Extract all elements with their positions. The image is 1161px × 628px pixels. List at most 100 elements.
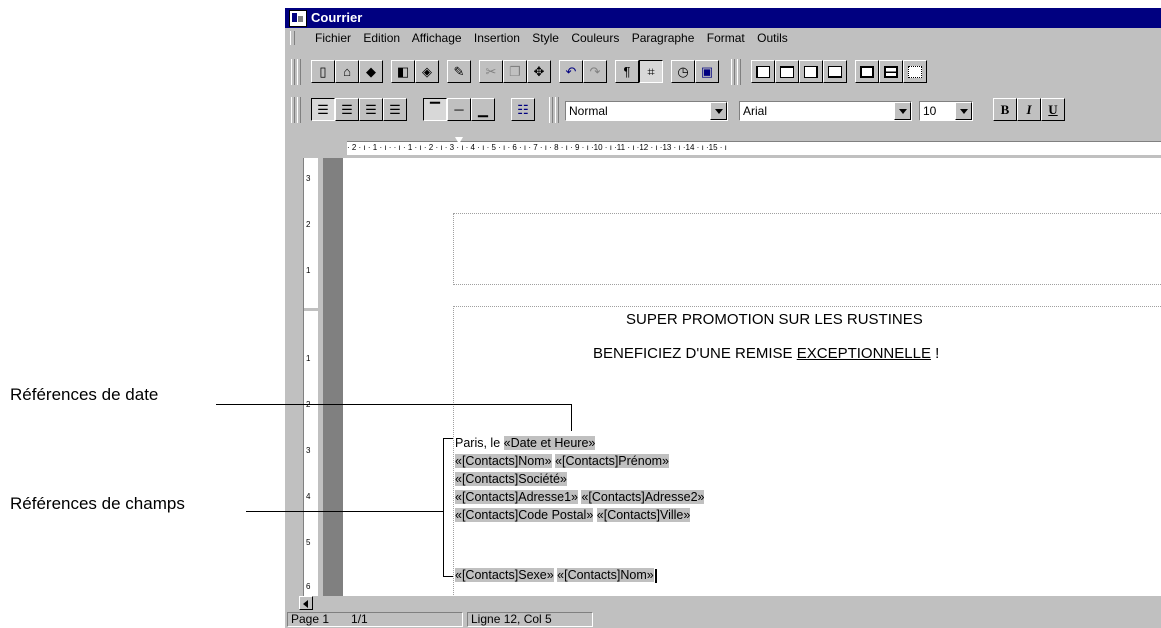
paragraph-marks-button[interactable]: ¶ [615,60,639,83]
chevron-down-icon[interactable] [955,102,972,120]
frame-top-button[interactable] [775,60,799,83]
print-preview-button[interactable]: ◧ [391,60,415,83]
toolbar-grip[interactable] [555,97,559,123]
format-toolbar: ☰ ☰ ☰ ☰ ▔ ─ ▁ ☷ Normal Arial 10 B I U [285,94,1161,126]
field-adresse2[interactable]: «[Contacts]Adresse2» [581,490,705,504]
heading2-underlined: EXCEPTIONNELLE [796,345,931,362]
menu-edition[interactable]: Edition [363,31,400,45]
open-button[interactable]: ⌂ [335,60,359,83]
valign-top-icon: ▔ [430,101,440,117]
menu-affichage[interactable]: Affichage [412,31,462,45]
align-center-icon: ☰ [341,101,353,117]
indent-marker-icon[interactable] [455,148,463,155]
field-societe[interactable]: «[Contacts]Société» [455,472,567,486]
frame-left-icon [756,65,770,78]
align-right-button[interactable]: ☰ [359,98,383,121]
heading-promotion: SUPER PROMOTION SUR LES RUSTINES [626,311,923,328]
frame-split-button[interactable] [879,60,903,83]
scroll-left-icon[interactable] [299,596,313,610]
cut-icon: ✂ [485,63,497,79]
toolbar-grip[interactable] [549,97,553,123]
field-codes-button[interactable]: ⌗ [639,60,663,83]
horizontal-ruler[interactable]: · 2 · ı · 1 · ı · · ı · 1 · ı · 2 · ı · … [297,137,1161,157]
frame-bottom-button[interactable] [823,60,847,83]
field-nom[interactable]: «[Contacts]Nom» [455,454,552,468]
field-code-postal[interactable]: «[Contacts]Code Postal» [455,508,594,522]
undo-button[interactable]: ↶ [559,60,583,83]
insert-date-button[interactable]: ◷ [671,60,695,83]
indent-marker-icon[interactable] [455,137,463,144]
toolbar-grip[interactable] [291,97,295,123]
address-line: «[Contacts]Adresse1» «[Contacts]Adresse2… [455,490,705,504]
paste-button[interactable]: ✥ [527,60,551,83]
toolbar-grip[interactable] [297,97,301,123]
menu-insertion[interactable]: Insertion [474,31,520,45]
frame-left-button[interactable] [751,60,775,83]
frame-box-button[interactable] [855,60,879,83]
status-page-label: Page 1 [291,612,330,626]
menu-fichier[interactable]: Fichier [315,31,351,45]
bullet-list-button[interactable]: ☷ [511,98,535,121]
size-select[interactable]: 10 [919,101,973,121]
insert-field-icon: ▣ [700,63,714,79]
valign-middle-button[interactable]: ─ [447,98,471,121]
find-button[interactable]: ✎ [447,60,471,83]
toolbar-grip[interactable] [291,59,295,85]
toolbar-grip[interactable] [737,59,741,85]
align-center-button[interactable]: ☰ [335,98,359,121]
save-button[interactable]: ◆ [359,60,383,83]
field-prenom[interactable]: «[Contacts]Prénom» [555,454,670,468]
print-icon: ◈ [422,63,432,79]
valign-bottom-button[interactable]: ▁ [471,98,495,121]
field-sexe[interactable]: «[Contacts]Sexe» [455,568,554,582]
frame-right-button[interactable] [799,60,823,83]
cut-button[interactable]: ✂ [479,60,503,83]
vertical-ruler[interactable]: 3 2 1 1 2 3 4 5 6 [297,158,323,596]
document-page[interactable]: SUPER PROMOTION SUR LES RUSTINES BENEFIC… [343,158,1161,607]
frame-none-button[interactable] [903,60,927,83]
align-left-button[interactable]: ☰ [311,98,335,121]
menu-format[interactable]: Format [707,31,745,45]
new-document-icon: ▯ [319,63,327,79]
field-ville[interactable]: «[Contacts]Ville» [596,508,691,522]
chevron-down-icon[interactable] [894,102,911,120]
vruler-number: 3 [306,174,311,183]
style-select[interactable]: Normal [565,101,728,121]
menu-paragraphe[interactable]: Paragraphe [632,31,695,45]
new-document-button[interactable]: ▯ [311,60,335,83]
menu-style[interactable]: Style [532,31,559,45]
app-document-icon[interactable] [289,10,307,27]
menubar-grip[interactable] [290,31,295,45]
title-bar[interactable]: Courrier [285,8,1161,28]
date-field[interactable]: «Date et Heure» [503,436,596,450]
open-icon: ⌂ [343,64,351,79]
menu-couleurs[interactable]: Couleurs [571,31,619,45]
italic-button[interactable]: I [1017,98,1041,121]
align-justify-icon: ☰ [389,101,401,117]
underline-button[interactable]: U [1041,98,1065,121]
insert-field-button[interactable]: ▣ [695,60,719,83]
field-codes-icon: ⌗ [647,63,655,79]
align-justify-button[interactable]: ☰ [383,98,407,121]
header-frame[interactable] [453,213,1161,285]
menu-items: Fichier Edition Affichage Insertion Styl… [315,31,797,45]
font-select[interactable]: Arial [739,101,912,121]
horizontal-scrollbar[interactable] [297,596,1161,610]
toolbar-grip[interactable] [297,59,301,85]
field-adresse1[interactable]: «[Contacts]Adresse1» [455,490,578,504]
print-button[interactable]: ◈ [415,60,439,83]
field-nom-2[interactable]: «[Contacts]Nom» [557,568,654,582]
menu-outils[interactable]: Outils [757,31,788,45]
copy-button[interactable]: ❐ [503,60,527,83]
status-page-count: 1/1 [351,612,368,626]
bold-button[interactable]: B [993,98,1017,121]
size-select-value: 10 [923,104,937,118]
frame-box-icon [860,65,874,78]
toolbar-grip[interactable] [731,59,735,85]
redo-button[interactable]: ↷ [583,60,607,83]
valign-top-button[interactable]: ▔ [423,98,447,121]
vruler-number: 5 [306,538,311,547]
chevron-down-icon[interactable] [710,102,727,120]
vruler-number: 2 [306,400,311,409]
valign-middle-icon: ─ [454,102,464,117]
